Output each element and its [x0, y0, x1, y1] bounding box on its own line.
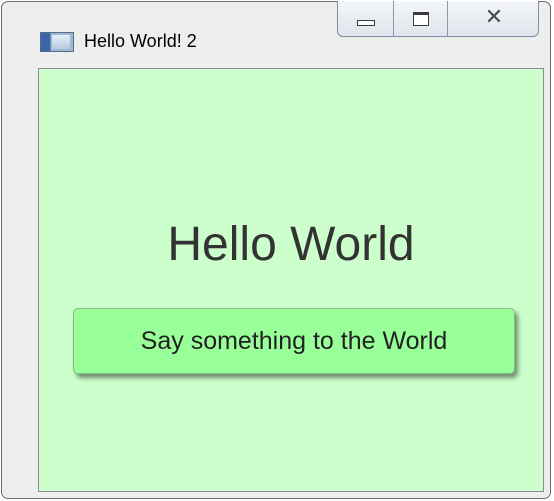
app-icon-pane: [52, 35, 70, 49]
title-bar[interactable]: Hello World! 2 ✕: [2, 1, 550, 52]
maximize-button[interactable]: [394, 1, 448, 36]
minimize-icon: [357, 20, 375, 26]
app-icon[interactable]: [40, 32, 74, 52]
hello-heading: Hello World: [167, 218, 415, 271]
close-button[interactable]: ✕: [448, 1, 538, 36]
client-area: Hello World Say something to the World: [38, 68, 544, 492]
say-something-button[interactable]: Say something to the World: [73, 308, 515, 374]
caption-buttons: ✕: [337, 1, 539, 37]
maximize-icon: [413, 12, 429, 26]
close-icon: ✕: [484, 5, 504, 30]
window-title: Hello World! 2: [84, 31, 197, 51]
app-window: Hello World! 2 ✕ Hello World Say somethi…: [1, 1, 551, 499]
minimize-button[interactable]: [338, 1, 394, 36]
